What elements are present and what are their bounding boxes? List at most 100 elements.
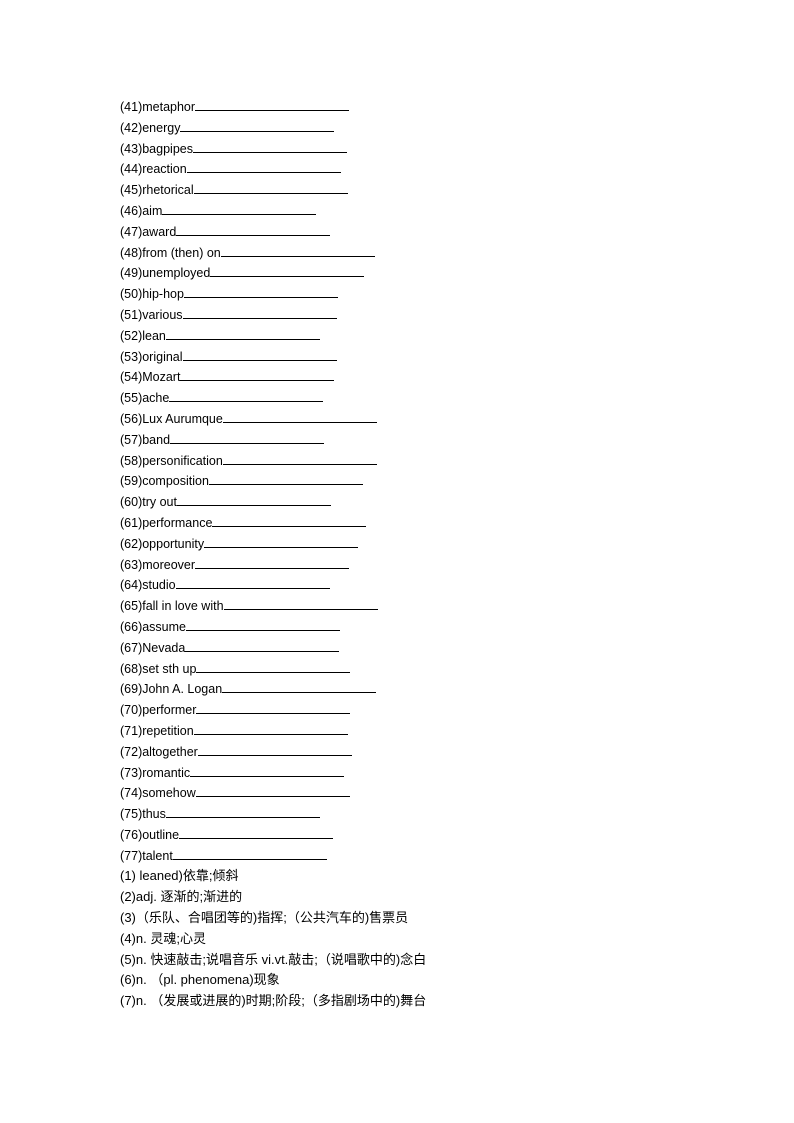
vocab-item: (59)composition <box>120 471 426 492</box>
vocab-list: (41)metaphor (42)energy (43)bagpipes (44)re… <box>120 97 426 866</box>
vocab-term: (64)studio <box>120 578 176 593</box>
vocab-term: (54)Mozart <box>120 370 181 385</box>
answer-blank[interactable] <box>170 430 325 444</box>
vocab-term: (47)award <box>120 224 177 239</box>
answer-blank[interactable] <box>182 305 337 319</box>
vocab-item: (56)Lux Aurumque <box>120 409 426 430</box>
vocab-item: (75)thus <box>120 804 426 825</box>
answer-blank[interactable] <box>193 180 348 195</box>
answer-blank[interactable] <box>196 700 351 715</box>
vocab-item: (44)reaction <box>120 159 426 180</box>
vocab-term: (73)romantic <box>120 765 191 780</box>
vocab-term: (76)outline <box>120 827 180 842</box>
vocab-term: (59)composition <box>120 474 209 489</box>
answer-definition: (6)n. （pl. phenomena)现象 <box>120 972 280 988</box>
answer-blank[interactable] <box>165 804 320 819</box>
answer-blank[interactable] <box>169 388 324 403</box>
answer-blank[interactable] <box>195 555 350 569</box>
vocab-item: (58)personification <box>120 451 426 472</box>
answer-blank[interactable] <box>195 783 350 798</box>
answer-blank[interactable] <box>197 742 352 756</box>
answer-definition: (7)n. （发展或进展的)时期;阶段;（多指剧场中的)舞台 <box>120 993 427 1009</box>
vocab-item: (50)hip-hop <box>120 284 426 305</box>
vocab-item: (73)romantic <box>120 763 426 784</box>
answer-blank[interactable] <box>204 534 359 548</box>
vocab-item: (67)Nevada <box>120 638 426 659</box>
vocab-item: (68)set sth up <box>120 659 426 680</box>
answer-blank[interactable] <box>175 575 330 590</box>
vocab-term: (66)assume <box>120 619 186 634</box>
answer-blank[interactable] <box>193 721 348 735</box>
answer-blank[interactable] <box>176 492 331 507</box>
vocab-term: (68)set sth up <box>120 661 197 676</box>
vocab-item: (71)repetition <box>120 721 426 742</box>
answer-blank[interactable] <box>190 763 345 777</box>
vocab-term: (41)metaphor <box>120 100 196 114</box>
vocab-item: (65)fall in love with <box>120 596 426 617</box>
answer-blank[interactable] <box>196 659 351 673</box>
answer-blank[interactable] <box>185 638 340 652</box>
vocab-item: (72)altogether <box>120 742 426 763</box>
vocab-item: (60)try out <box>120 492 426 513</box>
vocab-item: (52)lean <box>120 326 426 347</box>
vocab-item: (77)talent <box>120 846 426 867</box>
vocab-item: (63)moreover <box>120 555 426 576</box>
answer-blank[interactable] <box>165 326 320 340</box>
answer-blank[interactable] <box>210 263 365 278</box>
vocab-term: (65)fall in love with <box>120 599 224 614</box>
answer-blank[interactable] <box>208 471 363 486</box>
vocab-item: (53)original <box>120 347 426 368</box>
vocab-term: (44)reaction <box>120 162 187 177</box>
answer-definition: (3)（乐队、合唱团等的)指挥;（公共汽车的)售票员 <box>120 910 409 926</box>
answer-blank[interactable] <box>223 596 378 611</box>
vocab-term: (60)try out <box>120 495 177 510</box>
answer-blank[interactable] <box>162 201 317 215</box>
vocab-item: (54)Mozart <box>120 367 426 388</box>
answer-blank[interactable] <box>222 451 377 465</box>
vocab-term: (69)John A. Logan <box>120 682 223 697</box>
answer-blank[interactable] <box>192 139 347 153</box>
answer-blank[interactable] <box>222 409 377 423</box>
answer-blank[interactable] <box>220 243 375 257</box>
vocab-term: (48)from (then) on <box>120 245 221 260</box>
answer-definition: (1) leaned)依靠;倾斜 <box>120 868 239 884</box>
answer-list: (1) leaned)依靠;倾斜 (2)adj. 逐渐的;渐进的 (3)（乐队、合唱… <box>120 866 426 1012</box>
answer-blank[interactable] <box>180 367 335 382</box>
vocab-term: (43)bagpipes <box>120 141 193 156</box>
answer-blank[interactable] <box>183 284 338 299</box>
answer-definition: (4)n. 灵魂;心灵 <box>120 930 206 946</box>
vocab-item: (51)various <box>120 305 426 326</box>
answer-blank[interactable] <box>186 617 340 631</box>
answer-blank[interactable] <box>195 97 350 111</box>
vocab-item: (66)assume <box>120 617 426 638</box>
answer-blank[interactable] <box>172 846 327 860</box>
vocab-term: (45)rhetorical <box>120 183 194 198</box>
vocab-term: (74)somehow <box>120 786 196 801</box>
vocab-term: (56)Lux Aurumque <box>120 411 223 426</box>
answer-definition: (5)n. 快速敲击;说唱音乐 vi.vt.敲击;（说唱歌中的)念白 <box>120 951 427 967</box>
vocab-term: (42)energy <box>120 120 181 135</box>
answer-blank[interactable] <box>222 679 377 694</box>
vocab-item: (49)unemployed <box>120 263 426 284</box>
vocab-term: (50)hip-hop <box>120 287 184 302</box>
answer-blank[interactable] <box>179 825 334 839</box>
vocab-item: (41)metaphor <box>120 97 426 118</box>
answer-blank[interactable] <box>186 159 341 174</box>
vocab-term: (77)talent <box>120 848 173 863</box>
answer-blank[interactable] <box>176 222 331 236</box>
vocab-term: (57)band <box>120 432 171 447</box>
vocab-term: (49)unemployed <box>120 266 211 281</box>
vocab-item: (69)John A. Logan <box>120 679 426 700</box>
vocab-term: (72)altogether <box>120 744 198 759</box>
vocab-item: (76)outline <box>120 825 426 846</box>
vocab-term: (67)Nevada <box>120 640 186 655</box>
vocab-term: (51)various <box>120 307 183 322</box>
answer-blank[interactable] <box>212 513 367 527</box>
answer-blank[interactable] <box>182 347 337 361</box>
answer-blank[interactable] <box>180 118 335 132</box>
vocab-item: (61)performance <box>120 513 426 534</box>
answer-definition: (2)adj. 逐渐的;渐进的 <box>120 889 243 905</box>
vocab-term: (62)opportunity <box>120 536 205 551</box>
vocab-item: (46)aim <box>120 201 426 222</box>
vocab-term: (46)aim <box>120 203 163 218</box>
